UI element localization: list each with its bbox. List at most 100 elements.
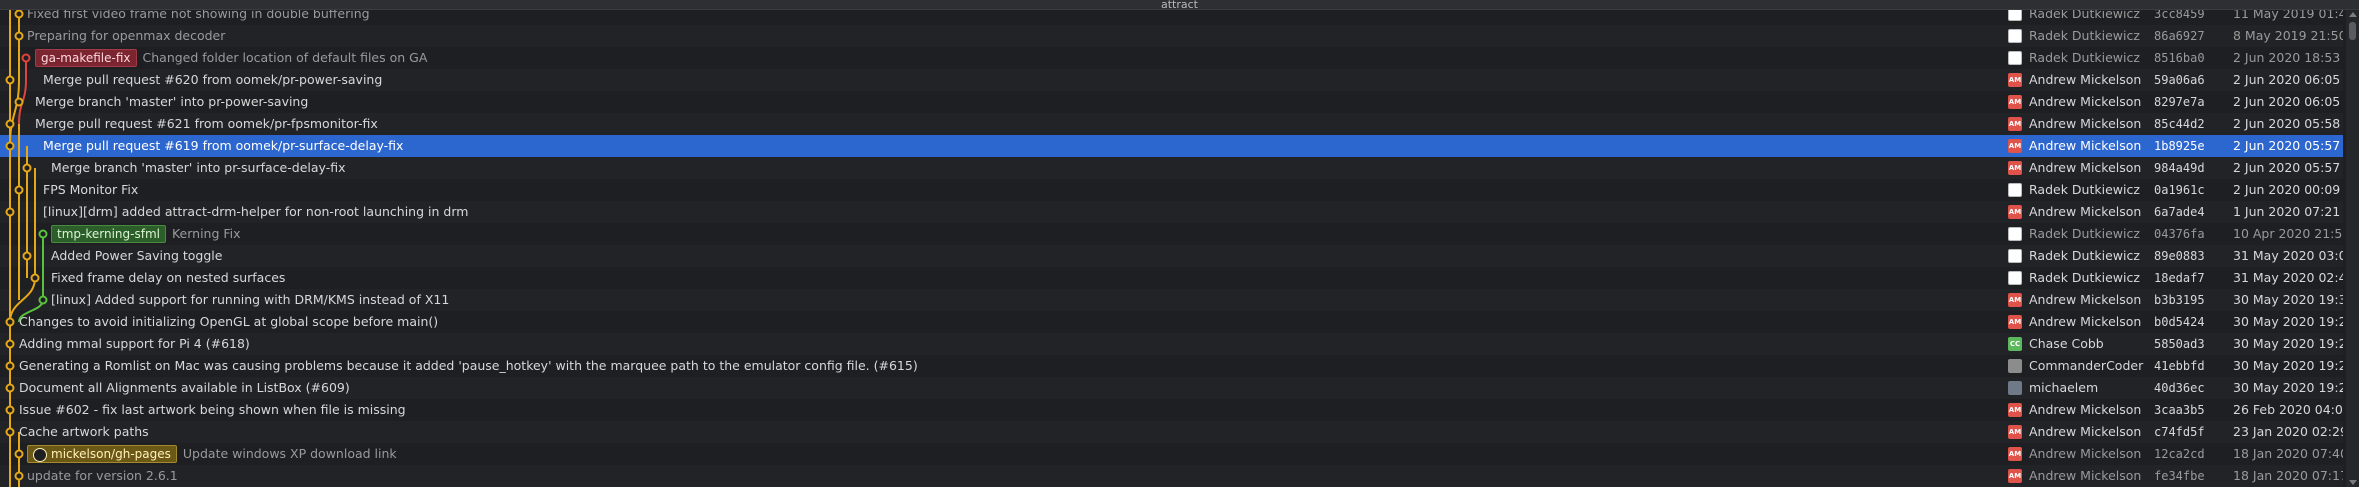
commit-node[interactable] <box>5 207 15 217</box>
commit-node[interactable] <box>5 361 15 371</box>
scroll-down-arrow-icon[interactable] <box>2349 480 2357 485</box>
commit-node[interactable] <box>22 251 32 261</box>
commit-row[interactable]: Merge branch 'master' into pr-power-savi… <box>0 91 2343 113</box>
commit-message: [linux][drm] added attract-drm-helper fo… <box>43 204 469 219</box>
vertical-scrollbar[interactable] <box>2346 10 2359 487</box>
scroll-up-arrow-icon[interactable] <box>2349 12 2357 17</box>
commit-hash: 0a1961c <box>2154 183 2205 197</box>
commit-author: Andrew Mickelson <box>2029 116 2142 131</box>
commit-hash: b0d5424 <box>2154 315 2205 329</box>
commit-date: 8 May 2019 21:50 <box>2233 28 2343 43</box>
commit-author: Andrew Mickelson <box>2029 446 2142 461</box>
author-avatar <box>2008 29 2022 43</box>
commit-author: Radek Dutkiewicz <box>2029 226 2140 241</box>
commit-row[interactable]: FPS Monitor Fix Radek Dutkiewicz 0a1961c 2 … <box>0 179 2343 201</box>
commit-row[interactable]: [linux] Added support for running with D… <box>0 289 2343 311</box>
commit-message: Update windows XP download link <box>182 446 397 461</box>
commit-row[interactable]: Merge pull request #620 from oomek/pr-po… <box>0 69 2343 91</box>
window-title-bar: attract <box>0 0 2359 10</box>
commit-author: michaelem <box>2029 380 2099 395</box>
commit-node[interactable] <box>5 427 15 437</box>
commit-row[interactable]: Document all Alignments available in Lis… <box>0 377 2343 399</box>
commit-row[interactable]: mickelson/gh-pages Update windows XP down… <box>0 443 2343 465</box>
commit-row[interactable]: Generating a Romlist on Mac was causing … <box>0 355 2343 377</box>
author-avatar <box>2008 359 2022 373</box>
commit-date: 31 May 2020 02:47 <box>2233 270 2343 285</box>
commit-row[interactable]: Changes to avoid initializing OpenGL at … <box>0 311 2343 333</box>
commit-node[interactable] <box>14 185 24 195</box>
commit-author: Andrew Mickelson <box>2029 424 2142 439</box>
commit-row[interactable]: ga-makefile-fix Changed folder location o… <box>0 47 2343 69</box>
commit-date: 30 May 2020 19:22 <box>2233 380 2343 395</box>
commit-node[interactable] <box>14 10 24 19</box>
commit-message: Merge pull request #621 from oomek/pr-fp… <box>35 116 378 131</box>
commit-message: Merge branch 'master' into pr-surface-de… <box>51 160 346 175</box>
commit-message-cell: Changes to avoid initializing OpenGL at … <box>19 311 438 333</box>
commit-date: 2 Jun 2020 00:09 <box>2233 182 2341 197</box>
commit-author: Radek Dutkiewicz <box>2029 28 2140 43</box>
commit-node[interactable] <box>30 273 40 283</box>
commit-node[interactable] <box>5 339 15 349</box>
author-avatar <box>2008 381 2022 395</box>
commit-node[interactable] <box>5 119 15 129</box>
commit-row[interactable]: Issue #602 - fix last artwork being show… <box>0 399 2343 421</box>
commit-date: 18 Jan 2020 07:17 <box>2233 468 2343 483</box>
commit-node[interactable] <box>38 295 48 305</box>
commit-row[interactable]: Merge branch 'master' into pr-surface-de… <box>0 157 2343 179</box>
commit-row[interactable]: [linux][drm] added attract-drm-helper fo… <box>0 201 2343 223</box>
commit-node[interactable] <box>38 229 48 239</box>
commit-node[interactable] <box>21 53 31 63</box>
commit-node[interactable] <box>5 405 15 415</box>
commit-author: Andrew Mickelson <box>2029 138 2142 153</box>
commit-date: 2 Jun 2020 05:57 <box>2233 160 2341 175</box>
commit-node[interactable] <box>14 31 24 41</box>
author-avatar <box>2008 227 2022 241</box>
author-avatar: AM <box>2008 73 2022 87</box>
commit-date: 2 Jun 2020 18:53 <box>2233 50 2341 65</box>
commit-hash: 3caa3b5 <box>2154 403 2205 417</box>
commit-node[interactable] <box>5 75 15 85</box>
commit-row[interactable]: Cache artwork paths AM Andrew Mickelson c74… <box>0 421 2343 443</box>
commit-node[interactable] <box>22 163 32 173</box>
commit-author: Chase Cobb <box>2029 336 2104 351</box>
scrollbar-thumb[interactable] <box>2349 22 2356 40</box>
commit-message-cell: Fixed frame delay on nested surfaces <box>51 267 285 289</box>
commit-hash: 18edaf7 <box>2154 271 2205 285</box>
commit-row[interactable]: tmp-kerning-sfml Kerning Fix Radek Dutkiew… <box>0 223 2343 245</box>
graph-edge <box>9 79 20 147</box>
commit-node[interactable] <box>5 383 15 393</box>
commit-row[interactable]: Merge pull request #621 from oomek/pr-fp… <box>0 113 2343 135</box>
commit-row[interactable]: Merge pull request #619 from oomek/pr-su… <box>0 135 2343 157</box>
commit-message-cell: Merge pull request #620 from oomek/pr-po… <box>43 69 382 91</box>
commit-date: 2 Jun 2020 06:05 <box>2233 72 2341 87</box>
commit-message-cell: mickelson/gh-pages Update windows XP down… <box>27 443 397 465</box>
commit-node[interactable] <box>5 317 15 327</box>
author-avatar: AM <box>2008 447 2022 461</box>
commit-message: Kerning Fix <box>171 226 241 241</box>
commit-node[interactable] <box>14 449 24 459</box>
author-avatar: AM <box>2008 117 2022 131</box>
commit-row[interactable]: Fixed first video frame not showing in d… <box>0 10 2343 25</box>
commit-date: 2 Jun 2020 05:58 <box>2233 116 2341 131</box>
commit-message: Merge pull request #620 from oomek/pr-po… <box>43 72 383 87</box>
commit-row[interactable]: Preparing for openmax decoder Radek Dutki… <box>0 25 2343 47</box>
commit-row[interactable]: Fixed frame delay on nested surfaces Rade… <box>0 267 2343 289</box>
commit-list[interactable]: Fixed first video frame not showing in d… <box>0 10 2343 487</box>
commit-hash: 41ebbfd <box>2154 359 2205 373</box>
commit-author: CommanderCoder <box>2029 358 2144 373</box>
commit-message: [linux] Added support for running with D… <box>51 292 450 307</box>
commit-node[interactable] <box>14 97 24 107</box>
commit-author: Radek Dutkiewicz <box>2029 10 2140 21</box>
commit-row[interactable]: update for version 2.6.1 AM Andrew Mickels… <box>0 465 2343 487</box>
commit-author: Andrew Mickelson <box>2029 204 2142 219</box>
author-avatar: AM <box>2008 315 2022 329</box>
commit-hash: 984a49d <box>2154 161 2205 175</box>
commit-author: Andrew Mickelson <box>2029 402 2142 417</box>
commit-node[interactable] <box>5 141 15 151</box>
commit-row[interactable]: Added Power Saving toggle Radek Dutkiewic… <box>0 245 2343 267</box>
commit-author: Radek Dutkiewicz <box>2029 50 2140 65</box>
commit-row[interactable]: Adding mmal support for Pi 4 (#618) CC Cha… <box>0 333 2343 355</box>
commit-node[interactable] <box>14 471 24 481</box>
commit-author: Andrew Mickelson <box>2029 314 2142 329</box>
commit-author: Andrew Mickelson <box>2029 468 2142 483</box>
